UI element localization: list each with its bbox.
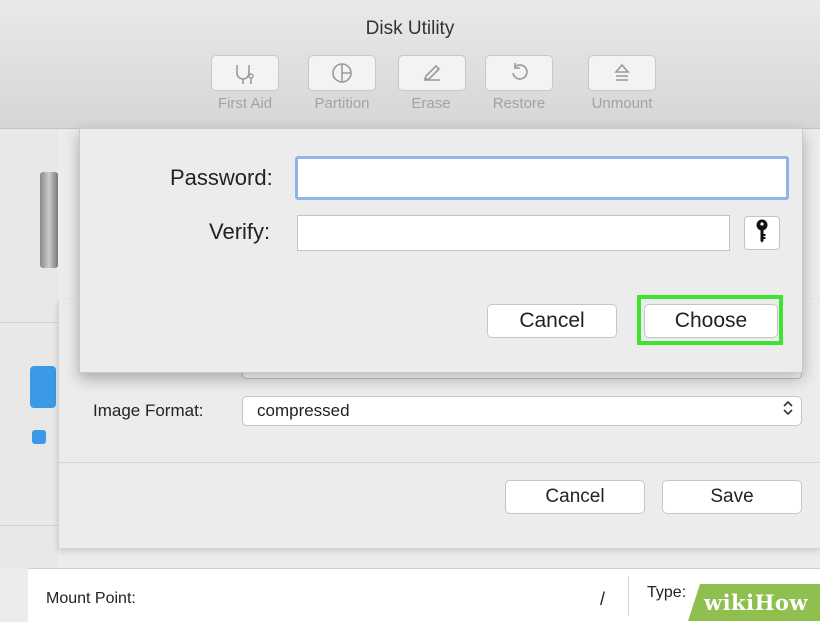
first-aid-label: First Aid: [217, 95, 273, 112]
save-sheet-cancel-button[interactable]: Cancel: [505, 480, 645, 514]
password-label: Password:: [170, 165, 273, 190]
key-icon: [755, 219, 769, 248]
watermark-logo: wikiHow: [704, 590, 809, 615]
sidebar-divider: [0, 322, 58, 323]
type-label: Type:: [647, 584, 687, 601]
choose-button[interactable]: Choose: [644, 304, 778, 338]
unmount-label: Unmount: [591, 95, 653, 112]
partition-button[interactable]: Partition: [300, 55, 384, 112]
volume-icon: [30, 366, 56, 408]
password-assistant-button[interactable]: [744, 216, 780, 250]
stethoscope-icon: [211, 55, 279, 91]
image-format-select[interactable]: compressed: [242, 396, 802, 426]
mount-point-label: Mount Point:: [46, 590, 136, 607]
disk-drive-icon: [40, 172, 58, 268]
chevron-updown-icon: [783, 400, 793, 420]
image-format-value: compressed: [257, 401, 350, 420]
verify-field[interactable]: [297, 215, 730, 251]
toolbar: Disk Utility First Aid Partition Erase R…: [0, 0, 820, 129]
verify-label: Verify:: [209, 219, 271, 244]
save-button[interactable]: Save: [662, 480, 802, 514]
password-field[interactable]: [295, 156, 789, 200]
first-aid-button[interactable]: First Aid: [205, 55, 285, 112]
pie-chart-icon: [308, 55, 376, 91]
volume-small-icon: [32, 430, 46, 444]
sidebar-divider: [0, 525, 58, 526]
eject-icon: [588, 55, 656, 91]
partition-label: Partition: [314, 95, 370, 112]
image-format-label: Image Format:: [93, 401, 204, 420]
info-divider: [628, 576, 629, 616]
restore-arrow-icon: [485, 55, 553, 91]
dialog-cancel-button[interactable]: Cancel: [487, 304, 617, 338]
window-title: Disk Utility: [365, 18, 455, 39]
restore-button[interactable]: Restore: [480, 55, 558, 112]
restore-label: Restore: [492, 95, 546, 112]
sheet-divider: [58, 462, 820, 463]
erase-button[interactable]: Erase: [398, 55, 466, 112]
eraser-icon: [398, 55, 466, 91]
mount-point-value: /: [600, 589, 606, 609]
erase-label: Erase: [411, 95, 451, 112]
unmount-button[interactable]: Unmount: [576, 55, 668, 112]
